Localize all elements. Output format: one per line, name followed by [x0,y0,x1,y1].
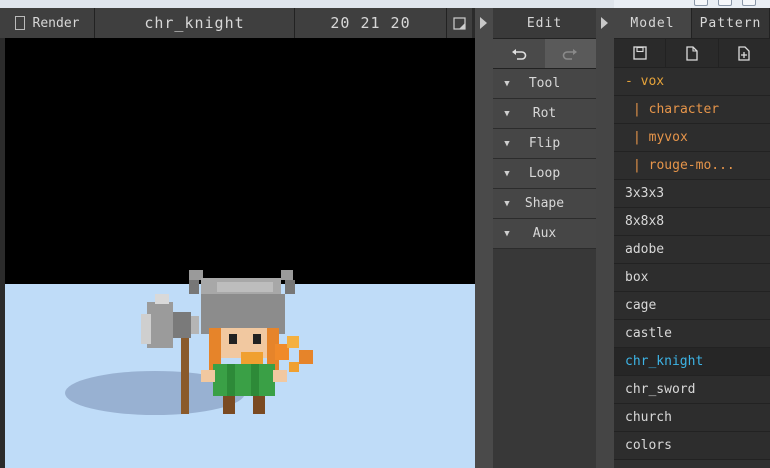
close-icon[interactable] [742,0,756,6]
list-item[interactable]: chr_sword [614,376,770,404]
section-shape[interactable]: ▼ Shape [493,189,596,219]
list-item[interactable]: 3x3x3 [614,180,770,208]
tab-pattern[interactable]: Pattern [692,8,770,38]
list-item[interactable]: cage [614,292,770,320]
section-label: Rot [532,106,557,121]
list-item[interactable]: castle [614,320,770,348]
section-label: Flip [528,136,561,151]
snapshot-button[interactable] [447,8,472,38]
3d-viewport[interactable] [5,38,475,468]
new-file-button[interactable] [666,39,719,67]
render-label: Render [32,15,80,31]
list-item[interactable]: colors [614,432,770,460]
voxel-model [65,270,313,415]
history-controls [493,38,596,69]
file-plus-icon [738,45,750,61]
maximize-icon[interactable] [718,0,732,6]
edit-panel-collapse[interactable] [475,8,493,468]
save-button[interactable] [614,39,667,67]
redo-icon [562,48,578,60]
edit-panel: Edit ▼ Tool ▼ Rot ▼ Flip ▼ Loop ▼ Shape ▼ Aux [493,8,596,468]
model-dimensions[interactable]: 20 21 20 [295,8,447,38]
undo-icon [511,48,527,60]
triangle-down-icon: ▼ [504,228,510,239]
redo-button[interactable] [544,39,596,68]
list-item[interactable]: 8x8x8 [614,208,770,236]
section-rot[interactable]: ▼ Rot [493,99,596,129]
save-icon [633,46,647,60]
viewport-header: Render chr_knight 20 21 20 [0,8,472,38]
render-checkbox[interactable] [14,16,25,30]
snapshot-icon [453,16,466,30]
list-item[interactable]: box [614,264,770,292]
folder-myvox[interactable]: | myvox [614,124,770,152]
section-aux[interactable]: ▼ Aux [493,219,596,249]
folder-rouge-mo[interactable]: | rouge-mo... [614,152,770,180]
section-flip[interactable]: ▼ Flip [493,129,596,159]
list-item-selected[interactable]: chr_knight [614,348,770,376]
model-panel: Model Pattern - vox | character | myvox … [614,8,770,468]
section-label: Shape [524,196,565,211]
section-label: Tool [528,76,561,91]
tab-model[interactable]: Model [614,8,692,38]
triangle-down-icon: ▼ [504,138,510,149]
window-chrome-strip [0,0,614,8]
section-label: Loop [528,166,561,181]
list-item[interactable]: church [614,404,770,432]
chevron-right-icon [480,17,487,29]
chevron-right-icon [601,17,608,29]
section-tool[interactable]: ▼ Tool [493,69,596,99]
section-label: Aux [532,226,557,241]
model-panel-collapse[interactable] [596,8,614,468]
folder-vox[interactable]: - vox [614,68,770,96]
edit-title: Edit [493,8,596,38]
triangle-down-icon: ▼ [504,168,510,179]
file-icon [686,45,698,61]
triangle-down-icon: ▼ [504,78,510,89]
minimize-icon[interactable] [694,0,708,6]
window-controls [614,0,770,8]
panel-tabs: Model Pattern [614,8,770,38]
folder-character[interactable]: | character [614,96,770,124]
list-item[interactable]: adobe [614,236,770,264]
triangle-down-icon: ▼ [504,108,510,119]
render-toggle[interactable]: Render [0,8,95,38]
add-file-button[interactable] [719,39,770,67]
undo-button[interactable] [493,39,545,68]
file-actions [614,38,770,68]
triangle-down-icon: ▼ [504,198,510,209]
section-loop[interactable]: ▼ Loop [493,159,596,189]
model-name: chr_knight [95,8,295,38]
